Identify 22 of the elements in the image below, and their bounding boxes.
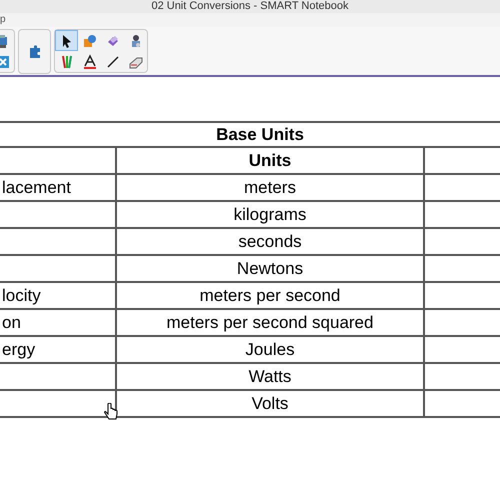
table-cell-text: Joules [245,339,295,361]
select-tool-button[interactable] [55,30,78,51]
table-cell-text: meters [244,177,296,199]
table-cell-text: ergy [2,339,36,361]
table-cell-text: Newtons [236,258,304,280]
hand-cursor-icon [104,403,118,422]
table-cell-text: meters per second squared [166,312,374,334]
shapes-icon [82,32,98,48]
menu-item[interactable]: p [0,15,6,25]
column-header: Units [248,150,292,172]
table-cell-text: Watts [248,366,292,388]
table-title: Base Units [215,124,304,146]
table-cell-text: seconds [238,231,302,253]
table-cell-text: Volts [252,393,288,415]
table-cell-text: kilograms [234,204,306,226]
line-icon [104,54,120,70]
table-cell-text: locity [2,285,41,307]
table-cell-text: meters per second [200,285,340,307]
text-a-icon [82,54,98,70]
table-cell-text: on [2,312,21,334]
table-cell-text: lacement [2,177,71,199]
window-title: 02 Unit Conversions - SMART Notebook [151,1,349,12]
